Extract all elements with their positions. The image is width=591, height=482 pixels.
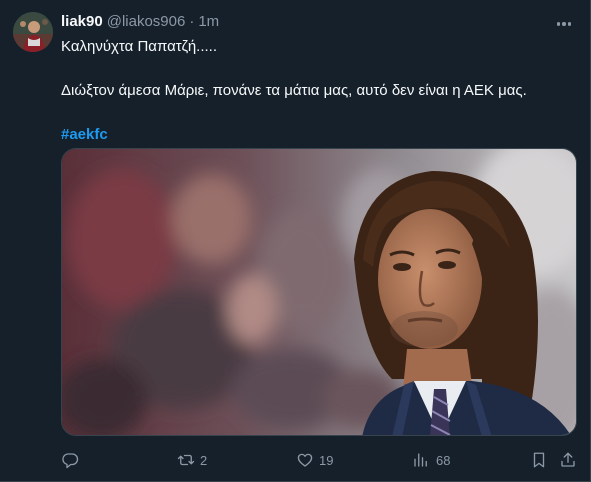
- share-icon: [559, 451, 577, 469]
- tweet-photo[interactable]: [61, 148, 577, 436]
- like-button[interactable]: 19: [296, 448, 333, 472]
- tweet-actions-bar: 2 19 68: [0, 448, 591, 472]
- tweet-text: Καληνύχτα Παπατζή..... Διώξτον άμεσα Μάρ…: [61, 37, 576, 145]
- timestamp[interactable]: 1m: [198, 13, 219, 30]
- views-count: 68: [436, 452, 451, 468]
- tweet-line-1: Καληνύχτα Παπατζή.....: [61, 38, 218, 55]
- avatar[interactable]: [13, 12, 53, 52]
- reply-icon: [61, 451, 79, 469]
- separator-dot: ·: [189, 13, 195, 30]
- like-count: 19: [319, 452, 334, 468]
- more-options-button[interactable]: [553, 13, 575, 35]
- heart-icon: [296, 451, 314, 469]
- share-button[interactable]: [559, 448, 577, 472]
- bookmark-button[interactable]: [530, 448, 548, 472]
- retweet-button[interactable]: 2: [177, 448, 207, 472]
- retweet-count: 2: [200, 452, 208, 468]
- bookmark-icon: [530, 451, 548, 469]
- views-button[interactable]: 68: [412, 448, 450, 472]
- more-dots-icon: [556, 22, 561, 26]
- views-chart-icon: [412, 451, 430, 469]
- tweet-line-2: Διώξτον άμεσα Μάριε, πονάνε τα μάτια μας…: [61, 82, 527, 99]
- retweet-icon: [177, 451, 195, 469]
- reply-button[interactable]: [61, 448, 84, 472]
- hashtag-link[interactable]: #aekfc: [61, 125, 108, 145]
- tweet-header: liak90 @liakos906 · 1m: [61, 13, 219, 30]
- author-name[interactable]: liak90: [61, 13, 103, 30]
- author-handle[interactable]: @liakos906: [107, 13, 186, 30]
